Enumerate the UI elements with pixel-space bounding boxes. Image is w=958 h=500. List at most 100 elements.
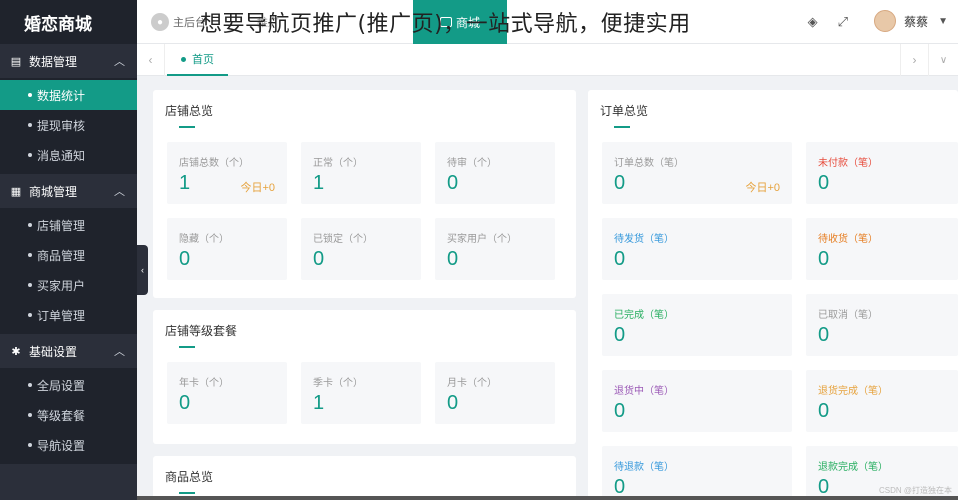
sidebar-item-nav-settings[interactable]: 导航设置: [0, 430, 137, 460]
stat-label: 季卡（个）: [313, 378, 363, 389]
sidebar-item-goods-management[interactable]: 商品管理: [0, 240, 137, 270]
stat-label: 正常（个）: [313, 158, 363, 169]
caret-down-icon: ▼: [938, 15, 948, 27]
active-dot-icon: [181, 56, 186, 62]
panel-title: 店铺等级套餐: [165, 324, 238, 338]
menu-group-data: ▤ 数据管理 ︿ 数据统计 提现审核 消息通知: [0, 44, 137, 174]
stat-card-to-receive[interactable]: 待收货（笔） 0: [806, 218, 958, 280]
sidebar: 婚恋商城 ▤ 数据管理 ︿ 数据统计 提现审核 消息通知 ▦ 商城管理 ︿ 店铺…: [0, 0, 137, 500]
sidebar-collapse-toggle[interactable]: ‹: [137, 245, 148, 295]
stat-today: 今日+0: [745, 182, 780, 194]
stat-card-month-card[interactable]: 月卡（个） 0: [435, 362, 555, 424]
bullet-icon: [28, 383, 32, 387]
stat-value: 0: [179, 392, 191, 414]
sidebar-item-global-settings[interactable]: 全局设置: [0, 370, 137, 400]
panel-title: 店铺总览: [165, 104, 214, 118]
sidebar-item-label: 订单管理: [37, 308, 86, 323]
stat-card-shop-locked[interactable]: 已锁定（个） 0: [301, 218, 421, 280]
stat-value: 0: [818, 172, 830, 194]
stat-label: 退货中（笔）: [614, 386, 674, 397]
stat-label: 待收货（笔）: [818, 234, 878, 245]
stat-value: 0: [447, 392, 459, 414]
sidebar-item-shop-management[interactable]: 店铺管理: [0, 210, 137, 240]
sidebar-item-label: 数据统计: [37, 88, 86, 103]
stat-card-unpaid[interactable]: 未付款（笔） 0: [806, 142, 958, 204]
bullet-icon: [28, 153, 32, 157]
stat-value: 0: [614, 400, 626, 422]
sidebar-item-label: 等级套餐: [37, 408, 86, 423]
menu-group-label: 数据管理: [29, 54, 78, 69]
panel-underline: [179, 492, 195, 494]
chevron-left-icon: ‹: [141, 265, 144, 275]
stat-card-to-ship[interactable]: 待发货（笔） 0: [602, 218, 792, 280]
stat-value: 0: [179, 248, 191, 270]
menu-group-mall-head[interactable]: ▦ 商城管理 ︿: [0, 174, 137, 208]
horizontal-scrollbar[interactable]: [137, 496, 958, 500]
stat-label: 店铺总数（个）: [179, 158, 249, 169]
avatar: [874, 10, 897, 32]
bullet-icon: [28, 253, 32, 257]
stat-today: 今日+0: [240, 182, 275, 194]
chevron-up-icon: ︿: [114, 56, 125, 68]
sidebar-item-order-management[interactable]: 订单管理: [0, 300, 137, 330]
tab-home-label: 首页: [192, 54, 214, 66]
sidebar-item-data-stats[interactable]: 数据统计: [0, 80, 137, 110]
sidebar-item-buyer-users[interactable]: 买家用户: [0, 270, 137, 300]
bullet-icon: [28, 283, 32, 287]
stat-card-cancelled[interactable]: 已取消（笔） 0: [806, 294, 958, 356]
tab-bar: ‹ 首页 › ∨: [137, 44, 958, 76]
fullscreen-icon[interactable]: ⤢: [838, 14, 848, 30]
stat-label: 订单总数（笔）: [614, 158, 684, 169]
bullet-icon: [28, 93, 32, 97]
stat-value: 0: [313, 248, 325, 270]
stat-value: 0: [818, 400, 830, 422]
stat-label: 隐藏（个）: [179, 234, 229, 245]
bullet-icon: [28, 123, 32, 127]
shop-overview-panel: 店铺总览 店铺总数（个） 1 今日+0 正常（个） 1 待审（个） 0 隐藏（个…: [153, 90, 576, 298]
user-circle-icon: ●: [151, 13, 169, 31]
bullet-icon: [28, 443, 32, 447]
stat-card-season-card[interactable]: 季卡（个） 1: [301, 362, 421, 424]
gear-icon: ✱: [11, 345, 21, 358]
chevron-up-icon: ︿: [114, 186, 125, 198]
menu-group-settings-head[interactable]: ✱ 基础设置 ︿: [0, 334, 137, 368]
chevron-down-icon: ∨: [939, 54, 948, 66]
stat-card-buyer-users[interactable]: 买家用户（个） 0: [435, 218, 555, 280]
stat-card-completed[interactable]: 已完成（笔） 0: [602, 294, 792, 356]
menu-group-data-head[interactable]: ▤ 数据管理 ︿: [0, 44, 137, 78]
stat-card-shop-hidden[interactable]: 隐藏（个） 0: [167, 218, 287, 280]
stat-value: 0: [614, 324, 626, 346]
order-overview-panel: 订单总览 订单总数（笔） 0 今日+0 未付款（笔） 0 待发货（笔） 0 待收…: [588, 90, 958, 500]
stat-card-shop-normal[interactable]: 正常（个） 1: [301, 142, 421, 204]
stat-card-year-card[interactable]: 年卡（个） 0: [167, 362, 287, 424]
stat-card-return-completed[interactable]: 退货完成（笔） 0: [806, 370, 958, 432]
diamond-icon[interactable]: ◈: [808, 14, 818, 30]
sidebar-item-level-packages[interactable]: 等级套餐: [0, 400, 137, 430]
sidebar-item-label: 店铺管理: [37, 218, 86, 233]
app-logo[interactable]: 婚恋商城: [0, 0, 137, 44]
tab-scroll-left[interactable]: ‹: [137, 44, 165, 76]
stat-value: 0: [447, 248, 459, 270]
stat-card-shop-total[interactable]: 店铺总数（个） 1 今日+0: [167, 142, 287, 204]
stat-value: 0: [818, 324, 830, 346]
stat-label: 待审（个）: [447, 158, 497, 169]
tab-scroll-right[interactable]: ›: [900, 44, 928, 76]
stat-label: 已取消（笔）: [818, 310, 878, 321]
stat-value: 0: [614, 172, 626, 194]
tab-home[interactable]: 首页: [167, 44, 228, 76]
stat-card-returning[interactable]: 退货中（笔） 0: [602, 370, 792, 432]
user-menu[interactable]: 蔡蔡 ▼: [874, 10, 948, 32]
sidebar-item-notifications[interactable]: 消息通知: [0, 140, 137, 170]
sidebar-item-label: 商品管理: [37, 248, 86, 263]
stat-card-order-total[interactable]: 订单总数（笔） 0 今日+0: [602, 142, 792, 204]
stat-card-shop-pending[interactable]: 待审（个） 0: [435, 142, 555, 204]
bullet-icon: [28, 313, 32, 317]
stat-label: 退款完成（笔）: [818, 462, 888, 473]
sidebar-item-withdraw-review[interactable]: 提现审核: [0, 110, 137, 140]
stat-label: 年卡（个）: [179, 378, 229, 389]
tab-more-dropdown[interactable]: ∨: [928, 44, 958, 76]
chevron-up-icon: ︿: [114, 346, 125, 358]
stat-value: 1: [313, 392, 325, 414]
main-backend-link[interactable]: ● 主后台: [151, 13, 206, 31]
stat-card-to-refund[interactable]: 待退款（笔） 0: [602, 446, 792, 500]
